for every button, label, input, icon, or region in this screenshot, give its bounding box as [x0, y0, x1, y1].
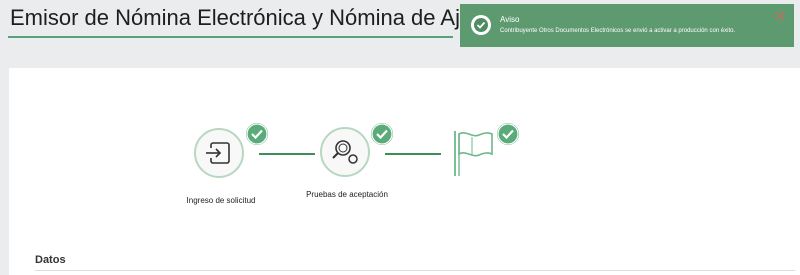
- page: Emisor de Nómina Electrónica y Nómina de…: [0, 0, 800, 275]
- toast-message: Contribuyente Otros Documentos Electróni…: [500, 28, 736, 34]
- section-title-datos: Datos: [35, 254, 66, 266]
- step-final-check-icon: [497, 123, 519, 145]
- page-title: Emisor de Nómina Electrónica y Nómina de…: [10, 5, 502, 30]
- flag-icon: [454, 131, 493, 176]
- check-circle-icon: [471, 15, 491, 35]
- step-ingreso-check-icon: [246, 123, 268, 145]
- content-card: [9, 68, 800, 275]
- step-connector-1: [259, 153, 315, 155]
- section-divider: [35, 270, 795, 271]
- step-ingreso-circle: [194, 128, 244, 178]
- step-ingreso-label: Ingreso de solicitud: [186, 196, 256, 205]
- toast-title: Aviso: [500, 15, 520, 24]
- step-pruebas-label: Pruebas de aceptación: [306, 190, 388, 199]
- title-underline: [8, 36, 453, 38]
- step-pruebas-check-icon: [371, 123, 393, 145]
- step-connector-2: [385, 153, 441, 155]
- close-icon[interactable]: [774, 10, 786, 22]
- magnifier-icon: [332, 140, 358, 164]
- step-pruebas-circle: [320, 127, 370, 177]
- sign-in-icon: [206, 142, 230, 164]
- toast-notification: Aviso Contribuyente Otros Documentos Ele…: [460, 4, 794, 47]
